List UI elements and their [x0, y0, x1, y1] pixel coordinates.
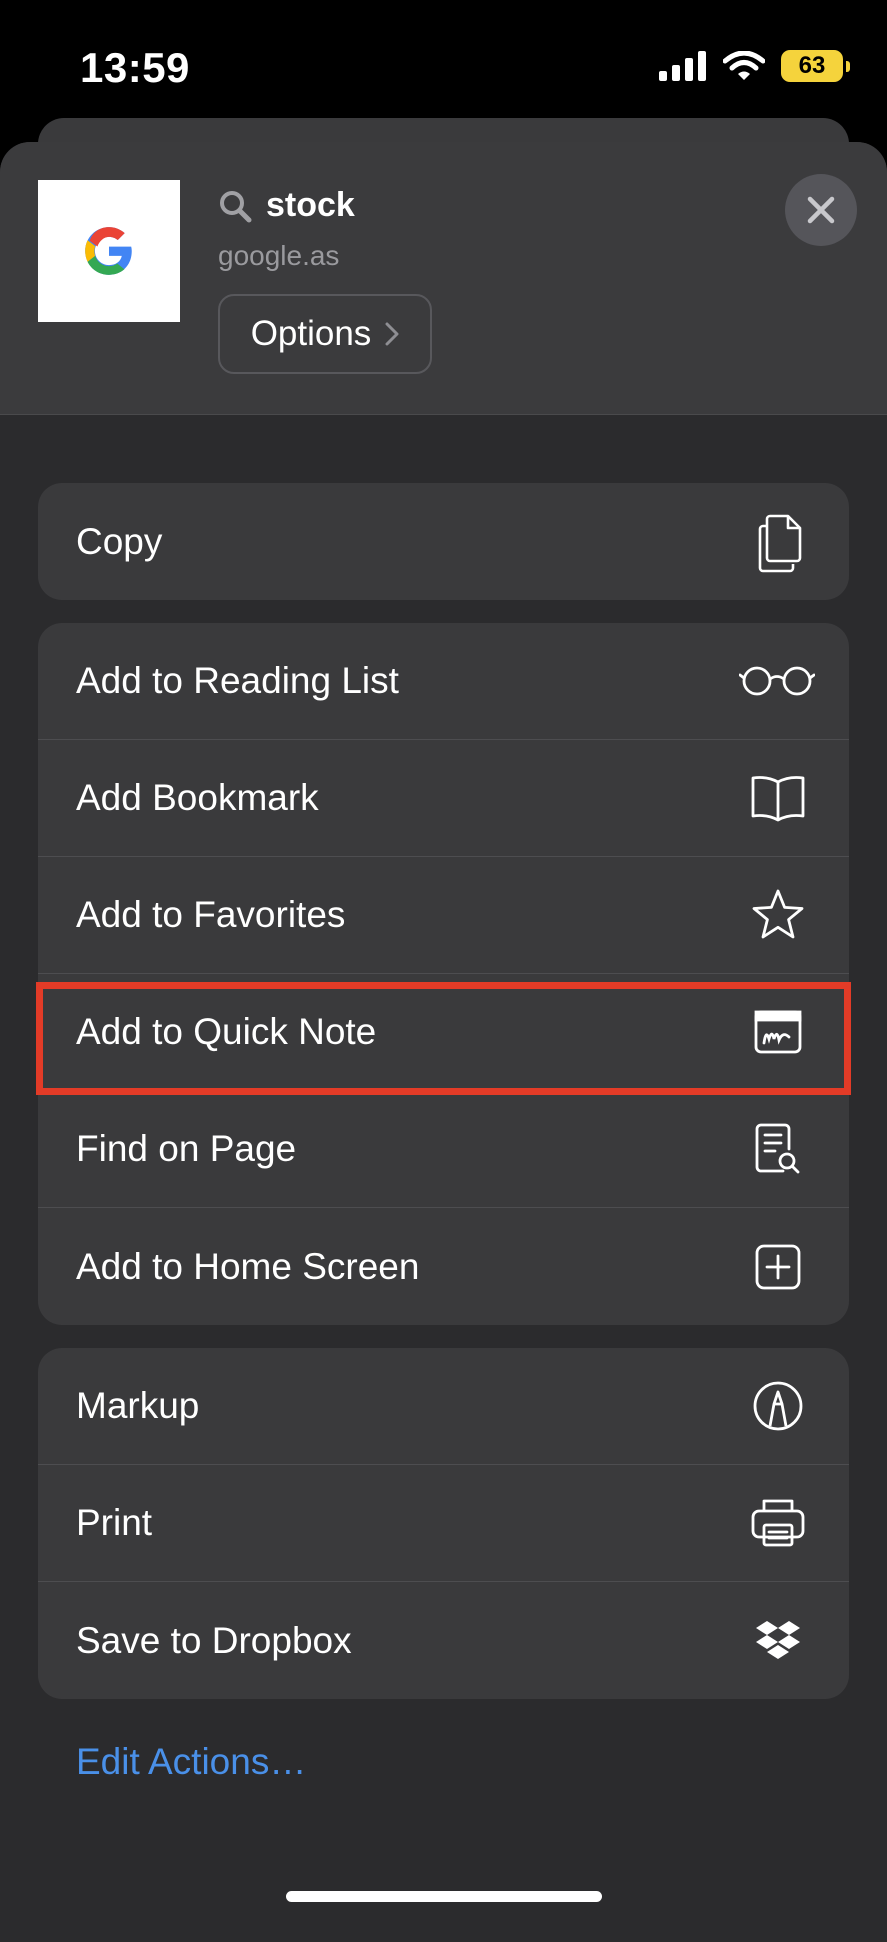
book-icon [739, 759, 817, 837]
plus-square-icon [739, 1228, 817, 1306]
action-label: Print [76, 1502, 153, 1543]
page-title: stock [266, 186, 355, 224]
action-add-to-quick-note[interactable]: Add to Quick Note [38, 974, 849, 1091]
printer-icon [739, 1484, 817, 1562]
action-label: Find on Page [76, 1128, 297, 1169]
status-time: 13:59 [80, 44, 190, 91]
action-label: Save to Dropbox [76, 1619, 352, 1661]
status-bar: 13:59 63 [0, 0, 887, 130]
action-group-page: Add to Reading List Add Bookmark Add to … [38, 623, 849, 1325]
action-label: Add to Quick Note [76, 1011, 377, 1052]
google-g-logo-icon [85, 227, 132, 275]
action-label: Add Bookmark [76, 777, 319, 818]
action-add-to-favorites[interactable]: Add to Favorites [38, 857, 849, 974]
quick-note-icon [739, 993, 817, 1071]
action-label: Copy [76, 520, 163, 562]
edit-actions-link[interactable]: Edit Actions… [76, 1741, 306, 1783]
title-row: stock [218, 186, 355, 225]
close-button[interactable] [785, 174, 857, 246]
share-sheet: stock google.as Options Copy Add to Read… [0, 142, 887, 1942]
dropbox-icon [739, 1602, 817, 1680]
page-thumbnail [38, 180, 180, 322]
home-indicator [286, 1891, 602, 1902]
search-icon [220, 190, 252, 222]
find-page-icon [739, 1110, 817, 1188]
chevron-right-icon [385, 322, 399, 346]
markup-pen-icon [739, 1367, 817, 1445]
action-group-copy: Copy [38, 483, 849, 600]
options-button[interactable]: Options [218, 294, 432, 374]
action-label: Add to Home Screen [76, 1245, 420, 1287]
status-icons: 63 [659, 50, 850, 82]
action-add-to-home-screen[interactable]: Add to Home Screen [38, 1208, 849, 1325]
action-print[interactable]: Print [38, 1465, 849, 1582]
action-label: Markup [76, 1385, 200, 1426]
action-markup[interactable]: Markup [38, 1348, 849, 1465]
action-label: Add to Reading List [76, 660, 399, 701]
page-domain: google.as [218, 240, 340, 271]
share-header: stock google.as Options [0, 142, 887, 415]
copy-icon [739, 503, 817, 581]
action-save-to-dropbox[interactable]: Save to Dropbox [38, 1582, 849, 1699]
battery-level: 63 [798, 52, 826, 79]
battery-indicator: 63 [781, 50, 850, 82]
action-group-extensions: Markup Print Save to Dropbox [38, 1348, 849, 1699]
cellular-signal-icon [659, 51, 706, 81]
glasses-icon [737, 642, 817, 720]
action-find-on-page[interactable]: Find on Page [38, 1091, 849, 1208]
action-copy[interactable]: Copy [38, 483, 849, 600]
options-label: Options [250, 314, 372, 353]
wifi-icon [723, 51, 765, 80]
action-add-bookmark[interactable]: Add Bookmark [38, 740, 849, 857]
action-add-to-reading-list[interactable]: Add to Reading List [38, 623, 849, 740]
star-icon [739, 876, 817, 954]
close-icon [807, 196, 835, 224]
action-label: Add to Favorites [76, 894, 346, 935]
